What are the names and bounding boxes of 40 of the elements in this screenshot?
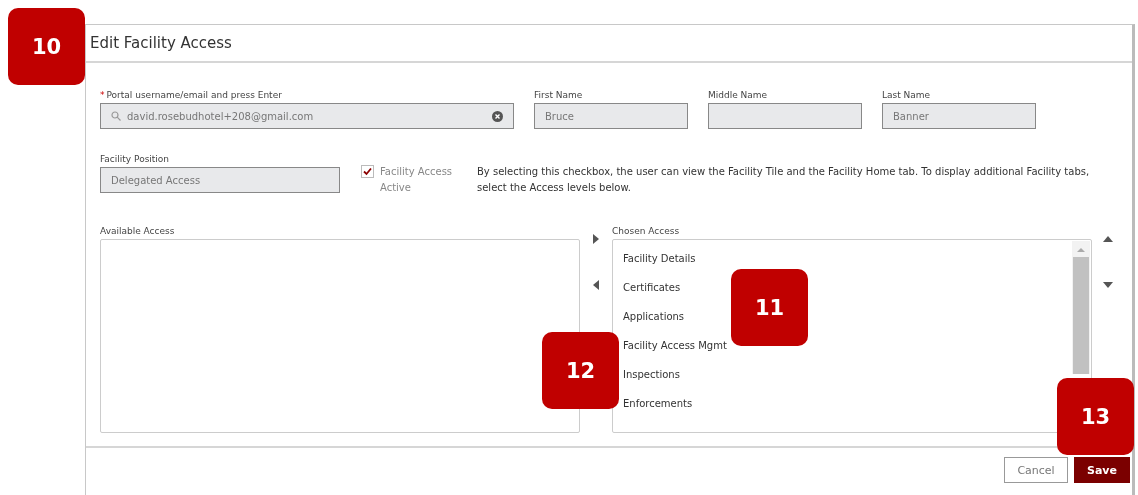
caret-up-icon bbox=[1103, 234, 1113, 244]
list-item[interactable]: Enforcements bbox=[623, 398, 693, 409]
list-label: Chosen Access bbox=[612, 226, 681, 238]
add-button[interactable] bbox=[591, 234, 601, 244]
dialog-title: Edit Facility Access bbox=[90, 34, 232, 52]
callout-badge: 11 bbox=[731, 269, 808, 346]
field-label: * Portal username/email and press Enter bbox=[100, 90, 283, 102]
caret-left-icon bbox=[591, 280, 601, 290]
move-down-button[interactable] bbox=[1103, 280, 1113, 290]
scrollbar[interactable] bbox=[1072, 241, 1090, 374]
required-mark: * bbox=[100, 90, 105, 100]
input-field[interactable]: Bruce bbox=[534, 103, 688, 129]
callout-badge: 10 bbox=[8, 8, 85, 85]
field-label: Facility Position bbox=[100, 154, 171, 166]
list-item[interactable]: Inspections bbox=[623, 369, 680, 380]
field-label: Middle Name bbox=[708, 90, 769, 102]
checkbox-label: Facility Access Active bbox=[380, 165, 454, 195]
field-label: First Name bbox=[534, 90, 584, 102]
save-button[interactable]: Save bbox=[1074, 457, 1130, 483]
clear-icon[interactable] bbox=[492, 110, 503, 122]
list-label: Available Access bbox=[100, 226, 176, 238]
checkbox[interactable] bbox=[361, 165, 374, 178]
list-item[interactable]: Facility Access Mgmt bbox=[623, 340, 727, 351]
move-up-button[interactable] bbox=[1103, 234, 1113, 244]
callout-badge: 12 bbox=[542, 332, 619, 409]
search-icon bbox=[111, 111, 121, 121]
search-field[interactable]: david.rosebudhotel+208@gmail.com bbox=[100, 103, 514, 129]
callout-badge: 13 bbox=[1057, 378, 1134, 455]
list-item[interactable]: Applications bbox=[623, 311, 685, 322]
list-item[interactable]: Facility Details bbox=[623, 253, 696, 264]
list-item[interactable]: Certificates bbox=[623, 282, 681, 293]
field-label: Last Name bbox=[882, 90, 932, 102]
cancel-button[interactable]: Cancel bbox=[1004, 457, 1068, 483]
caret-down-icon bbox=[1103, 280, 1113, 290]
caret-right-icon bbox=[591, 234, 601, 244]
input-field[interactable] bbox=[708, 103, 862, 129]
remove-button[interactable] bbox=[591, 280, 601, 290]
help-text: By selecting this checkbox, the user can view the Facility Tile and the Facility Home tab. To display additional Facility tabs, select the Access levels below. bbox=[477, 165, 1091, 195]
input-field[interactable]: Banner bbox=[882, 103, 1036, 129]
input-field[interactable]: Delegated Access bbox=[100, 167, 340, 193]
